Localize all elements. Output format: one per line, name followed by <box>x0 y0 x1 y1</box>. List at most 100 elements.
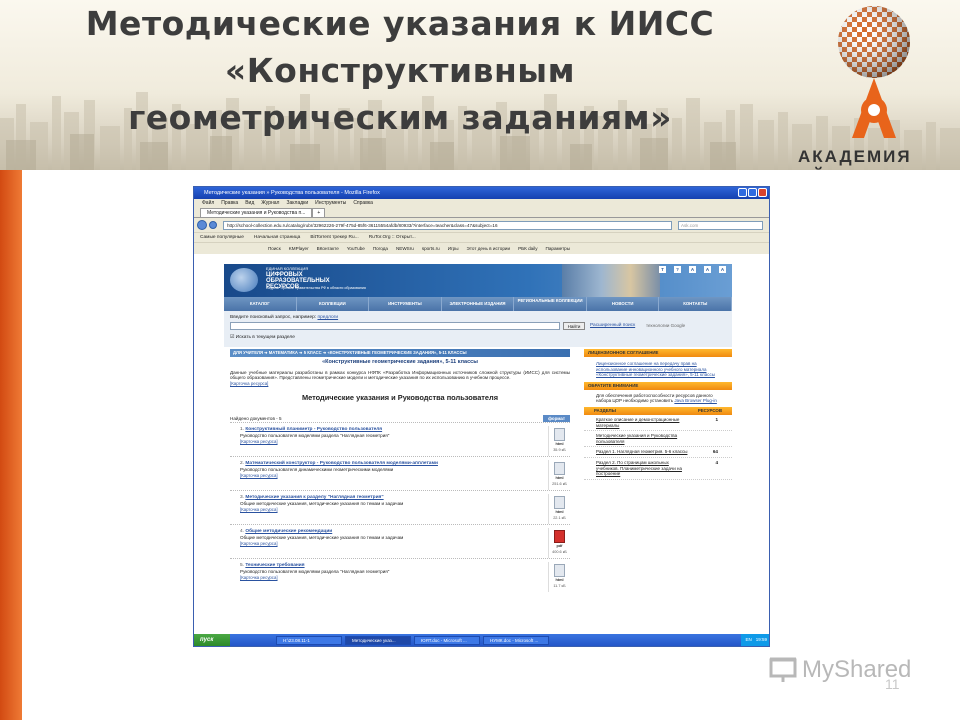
back-button[interactable] <box>197 220 207 230</box>
toolbar-item[interactable]: Поиск <box>268 243 281 254</box>
toolbar-item[interactable]: Этот день в истории <box>467 243 511 254</box>
section-name[interactable]: Раздел 2. По страницам школьных учебнико… <box>596 460 688 477</box>
nav-editions[interactable]: ЭЛЕКТРОННЫЕ ИЗДАНИЯ <box>442 297 515 311</box>
doc-title-link[interactable]: Технические требования <box>245 563 304 568</box>
close-button[interactable] <box>758 188 767 197</box>
text-icon[interactable]: Т <box>659 266 666 273</box>
browser-screenshot: Методические указания » Руководства поль… <box>193 186 770 647</box>
menu-file[interactable]: Файл <box>202 199 214 208</box>
nav-catalog[interactable]: КАТАЛОГ <box>224 297 297 311</box>
toolbar-item[interactable]: NEWSru <box>396 243 414 254</box>
toolbar-item[interactable]: ВКонтакте <box>317 243 339 254</box>
menu-bookmarks[interactable]: Закладки <box>286 199 308 208</box>
taskbar-item-active[interactable]: Методические указ... <box>345 635 411 645</box>
doc-title-link[interactable]: Общие методические рекомендации <box>245 529 332 534</box>
toolbar-item[interactable]: Параметры <box>546 243 571 254</box>
doc-title-link[interactable]: Методические указания к разделу "Наглядн… <box>245 495 383 500</box>
search-example-link[interactable]: предлоги <box>318 315 339 320</box>
google-label: технологии Google <box>646 323 686 328</box>
site-header: ЕДИНАЯ КОЛЛЕКЦИЯ ЦИФРОВЫХ ОБРАЗОВАТЕЛЬНЫ… <box>224 264 732 297</box>
document-item: 3. Методические указания к разделу "Нагл… <box>230 490 570 525</box>
menu-view[interactable]: Вид <box>245 199 254 208</box>
section-row[interactable]: Раздел 2. По страницам школьных учебнико… <box>584 458 732 480</box>
taskbar: пуск H:\23.08.11-1 Методические указ... … <box>194 634 769 646</box>
file-format[interactable]: html 251.6 кБ <box>548 460 570 491</box>
new-tab-button[interactable]: + <box>312 208 326 217</box>
toolbar-item[interactable]: KMPlayer <box>289 243 309 254</box>
file-size: 251.6 кБ <box>552 482 567 487</box>
search-button[interactable]: Найти <box>563 322 585 330</box>
site-search-input[interactable] <box>230 322 560 330</box>
doc-number: 4. <box>240 529 245 535</box>
minimize-button[interactable] <box>738 188 747 197</box>
header-small-text: ЕДИНАЯ КОЛЛЕКЦИЯ <box>266 266 309 271</box>
forward-button[interactable] <box>209 221 217 229</box>
system-tray: EN 19:59 <box>741 634 769 646</box>
menu-tools[interactable]: Инструменты <box>315 199 346 208</box>
bookmark-item[interactable]: Самые популярные <box>200 233 244 242</box>
taskbar-item[interactable]: НУМК.doc - Microsoft ... <box>483 635 549 645</box>
toolbar-item[interactable]: sports.ru <box>422 243 440 254</box>
toolbar-item[interactable]: YouTube <box>347 243 365 254</box>
bookmark-item[interactable]: RuTor.Org :: Открыт... <box>369 233 416 242</box>
nav-collections[interactable]: КОЛЛЕКЦИИ <box>297 297 370 311</box>
menu-help[interactable]: Справка <box>353 199 373 208</box>
slide-title: Методические указания к ИИСС «Конструкти… <box>40 0 760 141</box>
start-button[interactable]: пуск <box>194 634 230 646</box>
font-size-icon[interactable]: A <box>689 266 696 273</box>
maximize-button[interactable] <box>748 188 757 197</box>
search-section-checkbox[interactable]: ☑ Искать в текущем разделе <box>230 335 295 340</box>
doc-card-link[interactable]: [Карточка ресурса] <box>240 439 570 445</box>
font-size-icon[interactable]: A <box>719 266 726 273</box>
addon-toolbar: Поиск KMPlayer ВКонтакте YouTube Погода … <box>194 242 769 254</box>
section-row[interactable]: Раздел 1. Наглядная геометрия. 5-6 класс… <box>584 447 732 458</box>
clock: 19:59 <box>755 637 767 642</box>
page-number: 11 <box>885 676 900 692</box>
taskbar-item[interactable]: H:\23.08.11-1 <box>276 635 342 645</box>
language-indicator[interactable]: EN <box>745 634 751 646</box>
url-bar[interactable]: http://school-collection.edu.ru/catalog/… <box>223 220 672 230</box>
tab-active[interactable]: Методические указания и Руководства п... <box>200 208 313 217</box>
file-format[interactable]: html 22.1 кБ <box>548 494 570 525</box>
file-format[interactable]: html 35.9 кБ <box>548 426 570 457</box>
sections-table: Краткое описание и демонстрационные мате… <box>584 415 732 480</box>
tab-strip: Методические указания и Руководства п...… <box>194 208 769 218</box>
window-titlebar: Методические указания » Руководства поль… <box>194 187 769 199</box>
toolbar-item[interactable]: РБК daily <box>518 243 537 254</box>
section-name[interactable]: Методические указания и Руководства поль… <box>596 433 688 444</box>
taskbar-item[interactable]: ЮЯТ.doc - Microsoft ... <box>414 635 480 645</box>
doc-title-link[interactable]: Конструктивный планиметр - Руководство п… <box>245 427 382 432</box>
menu-history[interactable]: Журнал <box>261 199 279 208</box>
nav-news[interactable]: НОВОСТИ <box>587 297 660 311</box>
doc-card-link[interactable]: [Карточка ресурса] <box>240 507 570 513</box>
main-column: «Конструктивные геометрические задания»,… <box>230 359 570 593</box>
doc-card-link[interactable]: [Карточка ресурса] <box>240 541 570 547</box>
advanced-search-link[interactable]: Расширенный поиск <box>590 323 635 328</box>
doc-card-link[interactable]: [Карточка ресурса] <box>240 575 570 581</box>
document-item: 4. Общие методические рекомендации Общие … <box>230 524 570 559</box>
help-icon[interactable]: ? <box>674 266 681 273</box>
search-box[interactable]: Ask.com <box>678 220 763 230</box>
bookmark-item[interactable]: BitTorrent трекер Ru... <box>310 233 358 242</box>
section-row[interactable]: Краткое описание и демонстрационные мате… <box>584 415 732 432</box>
file-format[interactable]: pdf 400.6 кБ <box>548 528 570 559</box>
font-size-icon[interactable]: A <box>704 266 711 273</box>
section-name[interactable]: Краткое описание и демонстрационные мате… <box>596 417 688 428</box>
java-plugin-link[interactable]: Java Browser Plug-in <box>674 398 717 403</box>
slide-banner: Методические указания к ИИСС «Конструкти… <box>0 0 960 170</box>
toolbar-item[interactable]: Погода <box>373 243 388 254</box>
file-format[interactable]: html 11.7 кБ <box>548 562 570 593</box>
section-row[interactable]: Методические указания и Руководства поль… <box>584 431 732 448</box>
license-link[interactable]: Лицензионное соглашение на передачу прав… <box>584 357 732 382</box>
doc-title-link[interactable]: Математический конструктор - Руководство… <box>245 461 438 466</box>
doc-card-link[interactable]: [Карточка ресурса] <box>240 473 570 479</box>
card-link[interactable]: [Карточка ресурса] <box>230 381 570 387</box>
bookmark-item[interactable]: Начальная страница <box>254 233 300 242</box>
breadcrumb[interactable]: ДЛЯ УЧИТЕЛЯ ➜ МАТЕМАТИКА ➜ 5 КЛАСС ➜ «КО… <box>230 349 570 357</box>
toolbar-item[interactable]: Игры <box>448 243 459 254</box>
nav-regional[interactable]: РЕГИОНАЛЬНЫЕ КОЛЛЕКЦИИ <box>514 297 587 311</box>
menu-edit[interactable]: Правка <box>221 199 238 208</box>
nav-contacts[interactable]: КОНТАКТЫ <box>659 297 733 311</box>
nav-tools[interactable]: ИНСТРУМЕНТЫ <box>369 297 442 311</box>
section-name[interactable]: Раздел 1. Наглядная геометрия. 5-6 класс… <box>596 449 688 455</box>
